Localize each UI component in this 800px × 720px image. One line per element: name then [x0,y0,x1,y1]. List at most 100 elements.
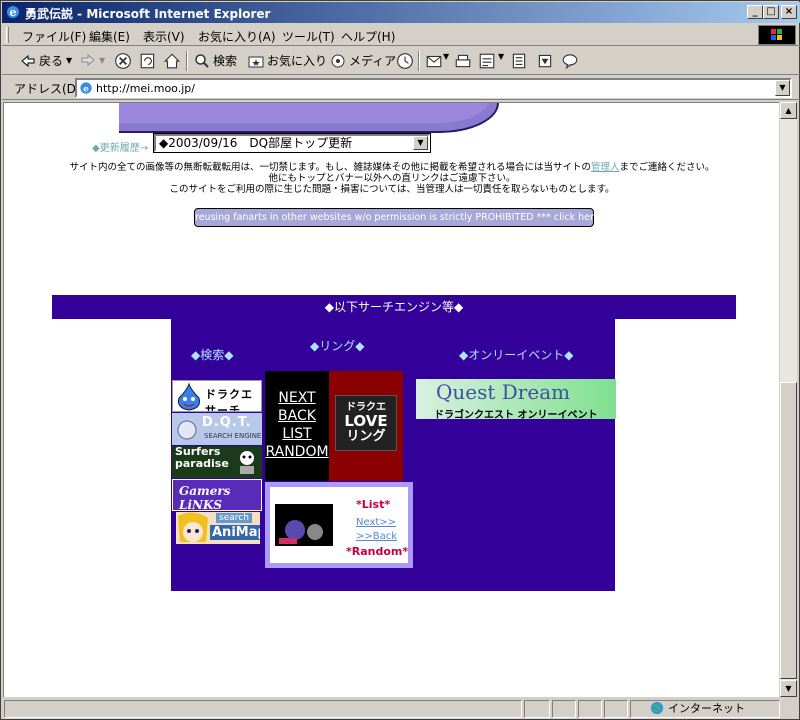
ring-random-link[interactable]: RANDOM [265,443,329,461]
quest-dream-sub-text: ドラゴンクエスト オンリーイベント [434,410,598,419]
update-dropdown-icon[interactable]: ▼ [413,136,428,150]
dq-love-line2: LOVE [344,412,388,430]
research-icon[interactable] [536,52,554,70]
forward-dropdown-icon[interactable]: ▼ [99,56,105,65]
menu-tools[interactable]: ツール(T) [282,28,335,45]
back-label: 戻る [39,54,64,68]
media-icon [331,54,345,67]
edit-icon[interactable] [478,52,496,70]
dqt-icon [177,420,197,440]
address-url: http://mei.moo.jp/ [96,82,195,95]
security-zone: インターネット [650,700,745,716]
globe-icon [650,701,664,715]
surfer-icon [240,451,254,474]
dq-love-ring-banner[interactable]: ドラクエ LOVE リング [329,371,403,481]
mail-dropdown-icon[interactable]: ▼ [443,52,449,61]
scroll-up-icon[interactable]: ▲ [780,102,797,119]
ring-list-link[interactable]: LIST [265,425,329,443]
page-icon: e [80,82,92,95]
ring-back-link[interactable]: BACK [265,407,329,425]
stop-icon[interactable] [114,52,132,70]
browser-window: e 勇武伝説 - Microsoft Internet Explorer _ □… [0,0,800,720]
minimize-button[interactable]: _ [747,5,763,19]
search-engine-header: ◆以下サーチエンジン等◆ [52,295,736,319]
menu-favorites[interactable]: お気に入り(A) [198,28,276,45]
ring2-box: *List* Next>> >>Back *Random* [265,482,413,568]
notice-line1a: サイト内の全ての画像等の無断転載転用は、一切禁じます。もし、雑誌媒体その他に掲載… [69,162,592,173]
english-notice-button[interactable]: reusing fanarts in other websites w/o pe… [194,208,624,227]
scroll-thumb[interactable] [780,382,797,679]
toolbar-separator [418,51,420,71]
animap-banner[interactable]: search AniMap [176,512,260,544]
title-bar: e 勇武伝説 - Microsoft Internet Explorer _ □… [2,2,800,23]
dq-search-banner[interactable]: ドラクエサーチ [172,380,262,412]
discuss-icon[interactable] [510,52,528,70]
ring2-inner: *List* Next>> >>Back *Random* [270,487,408,563]
status-text-pane [4,700,522,718]
animap-search-text: search [216,513,252,523]
menu-grip [6,27,9,43]
menu-help[interactable]: ヘルプ(H) [341,28,395,45]
window-title: 勇武伝説 - Microsoft Internet Explorer [25,7,271,21]
history-icon[interactable] [396,52,414,70]
maximize-button[interactable]: □ [763,5,779,19]
update-history-selected: ◆2003/09/16 DQ部屋トップ更新 [159,136,353,150]
dqt-banner[interactable]: D.Q.T. SEARCH ENGINE [172,413,262,445]
search-button[interactable]: 検索 [194,52,237,69]
status-pane [604,700,628,718]
dq-love-line3: リング [346,429,386,444]
status-pane [524,700,550,718]
back-button[interactable]: 戻る ▼ [20,52,72,69]
ring2-banner-image[interactable] [275,504,333,546]
page-content: ◆更新履歴→ ◆2003/09/16 DQ部屋トップ更新 ▼ サイト内の全ての画… [3,102,779,697]
dq-search-text: ドラクエサーチ [205,388,253,412]
quest-dream-banner[interactable]: Quest Dream ドラゴンクエスト オンリーイベント [416,379,616,419]
search-heading: ◆検索◆ [191,348,234,362]
scroll-down-icon[interactable]: ▼ [780,680,797,697]
address-input[interactable]: e http://mei.moo.jp/ ▼ [75,78,792,98]
edit-dropdown-icon[interactable]: ▼ [498,52,504,61]
menu-bar: ファイル(F) 編集(E) 表示(V) お気に入り(A) ツール(T) ヘルプ(… [2,24,800,46]
back-dropdown-icon[interactable]: ▼ [66,56,72,65]
print-icon[interactable] [454,52,472,70]
mail-icon[interactable] [425,52,443,70]
surfers-text: Surfers paradise [175,446,229,470]
back-arrow-icon [21,54,35,67]
favorites-button[interactable]: お気に入り [248,52,327,69]
admin-link[interactable]: 管理人 [591,162,620,173]
favorites-label: お気に入り [267,54,328,68]
close-button[interactable]: × [781,5,797,19]
messenger-icon[interactable] [561,52,579,70]
surfers-paradise-banner[interactable]: Surfers paradise [172,446,262,478]
gamers-links-banner[interactable]: Gamers LiNKS [172,479,262,511]
ring-heading: ◆リング◆ [310,339,365,353]
update-history-select[interactable]: ◆2003/09/16 DQ部屋トップ更新 ▼ [153,133,431,153]
menu-file[interactable]: ファイル(F) [22,28,86,45]
home-icon[interactable] [163,52,181,70]
ring2-random-link[interactable]: *Random* [346,545,408,558]
toolbar-separator [186,51,188,71]
media-button[interactable]: メディア [330,52,396,69]
menu-view[interactable]: 表示(V) [143,28,185,45]
favorites-folder-icon [248,56,264,67]
ring2-list-link[interactable]: *List* [356,498,390,511]
status-pane [552,700,576,718]
anime-face-icon [178,512,208,542]
ring-next-link[interactable]: NEXT [265,389,329,407]
ring2-back-link[interactable]: >>Back [356,531,397,542]
svg-text:e: e [10,6,17,19]
dqt-text: D.Q.T. [202,415,252,430]
address-dropdown-icon[interactable]: ▼ [775,80,790,96]
refresh-icon[interactable] [139,52,157,70]
status-pane [578,700,602,718]
standard-toolbar: 戻る ▼ ▼ 検索 お気に入り メディア ▼ ▼ [2,47,800,75]
search-label: 検索 [213,54,238,68]
menu-edit[interactable]: 編集(E) [89,28,130,45]
animap-text: AniMap [210,525,260,540]
notice-line2: 他にもトップとバナー以外への直リンクはご遠慮下さい。 [268,173,516,184]
ring2-next-link[interactable]: Next>> [356,517,396,528]
copyright-notice: サイト内の全ての画像等の無断転載転用は、一切禁じます。もし、雑誌媒体その他に掲載… [4,162,779,195]
vertical-scrollbar[interactable]: ▲ ▼ [780,102,797,697]
notice-line1b: までご連絡ください。 [619,162,715,173]
forward-button[interactable]: ▼ [80,52,105,68]
